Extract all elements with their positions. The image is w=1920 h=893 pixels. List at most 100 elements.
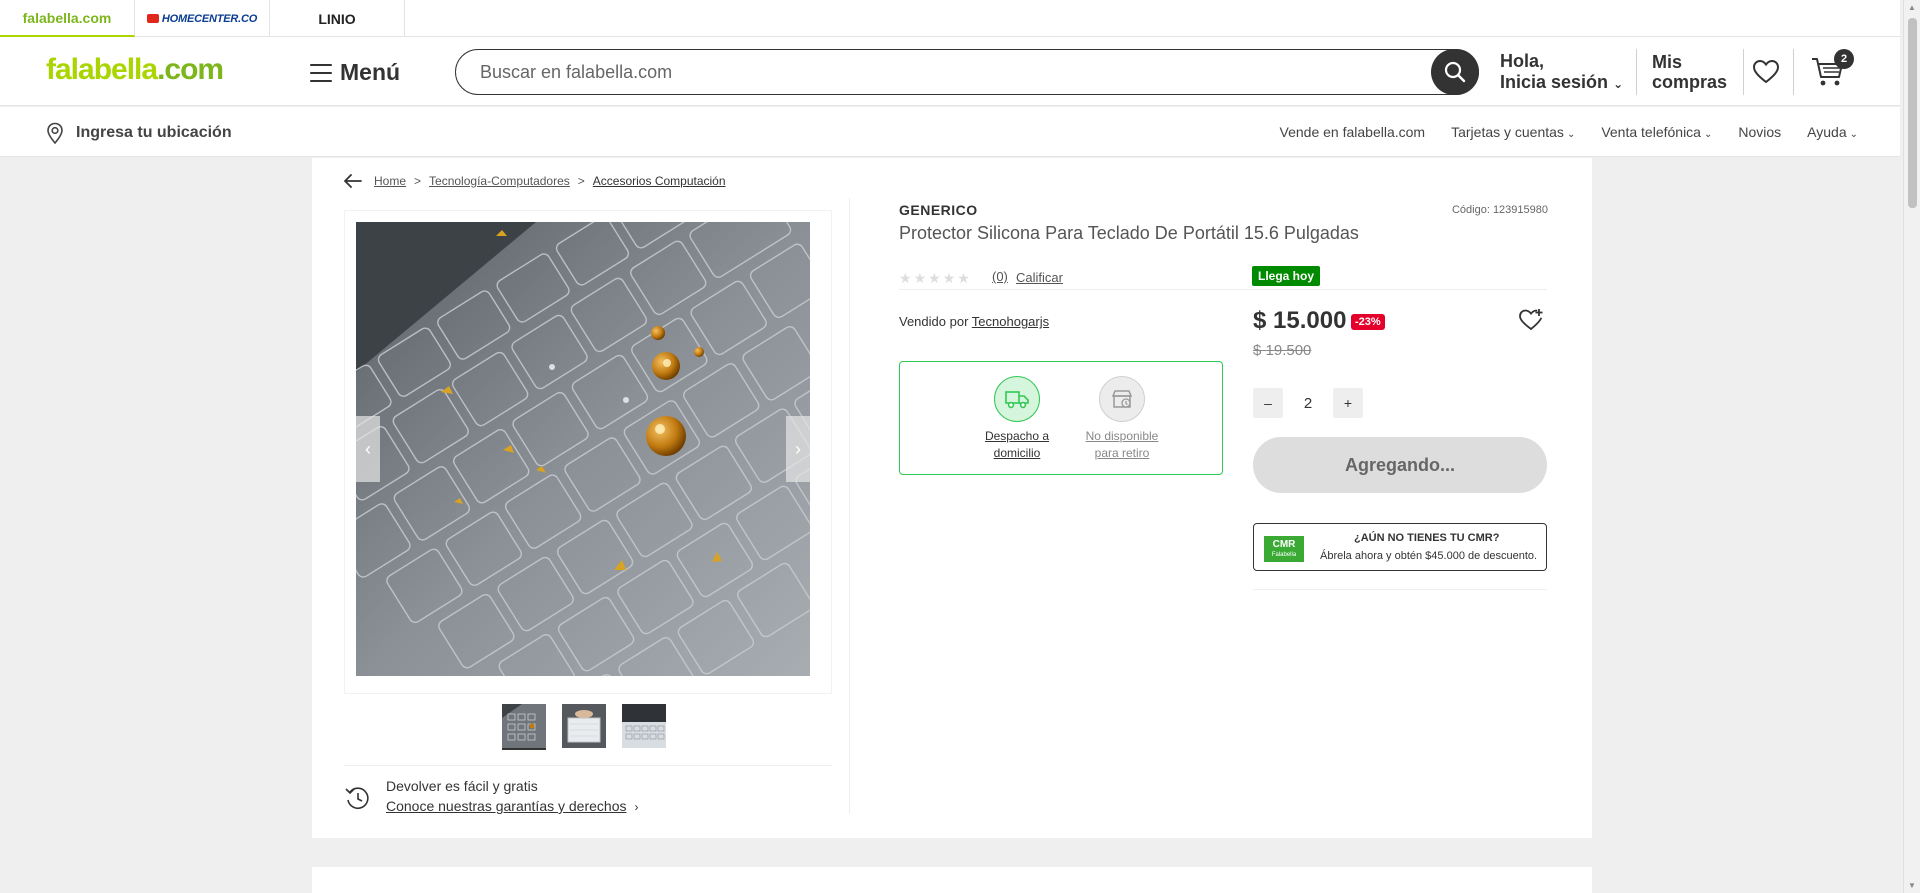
heart-plus-icon [1519,309,1543,330]
menu-button[interactable]: Menú [310,59,400,86]
cards-accounts-link[interactable]: Tarjetas y cuentas ⌄ [1451,124,1575,140]
breadcrumb-separator: > [577,174,585,188]
breadcrumb-subcategory[interactable]: Accesorios Computación [593,174,726,188]
brand-tab-label: falabella.com [22,9,112,26]
product-card: Home > Tecnología-Computadores > Accesor… [312,158,1592,838]
column-divider [849,198,850,814]
location-selector[interactable]: Ingresa tu ubicación [46,122,232,144]
cart-button[interactable]: 2 [1810,49,1854,94]
thumbnail-1[interactable] [502,704,546,750]
product-code: Código: 123915980 [1451,204,1548,216]
chevron-down-icon: ⌄ [1849,129,1858,140]
hamburger-icon [310,63,332,82]
returns-title: Devolver es fácil y gratis [386,778,538,794]
divider [1253,589,1547,590]
next-section-card [312,867,1592,893]
rating-count[interactable]: (0) [992,269,1008,284]
product-brand[interactable]: GENERICO [899,202,978,218]
breadcrumb: Home > Tecnología-Computadores > Accesor… [344,174,726,188]
sold-by-label: Vendido por [899,314,969,329]
current-price: $ 15.000 [1253,307,1347,334]
add-to-wishlist-button[interactable] [1518,308,1544,337]
homecenter-logo-icon [146,14,159,23]
location-label: Ingresa tu ubicación [76,124,232,141]
cmr-banner[interactable]: CMR Falabella ¿AÚN NO TIENES TU CMR? Ábre… [1253,523,1547,571]
cart-count-badge: 2 [1834,49,1854,69]
purchases-line2: compras [1652,72,1728,92]
seller-link[interactable]: Tecnohogarjs [972,314,1049,329]
breadcrumb-home[interactable]: Home [374,174,406,188]
delivery-options: Despacho a domicilio No disponible para … [899,361,1223,475]
warranty-link-label: Conoce nuestras garantías y derechos [386,798,627,814]
chevron-left-icon: ‹ [365,438,371,459]
brand-tab-falabella[interactable]: falabella.com [0,0,135,37]
heart-icon [1752,59,1780,84]
sub-navigation: Vende en falabella.com Tarjetas y cuenta… [1280,124,1858,140]
product-main-image[interactable] [356,222,810,676]
wedding-link[interactable]: Novios [1738,124,1781,140]
star-icon: ★ [899,270,912,286]
rating-stars: ★ ★ ★ ★ ★ [899,270,970,287]
sublink-label: Tarjetas y cuentas [1451,124,1564,140]
logo-text: falabella [46,53,158,86]
purchases-line1: Mis [1652,52,1683,72]
rating-row: ★ ★ ★ ★ ★ (0) Calificar [899,268,1547,290]
quantity-decrease-button[interactable]: – [1253,388,1283,418]
greeting-line: Hola, [1500,51,1545,71]
menu-label: Menú [340,59,401,85]
search-input[interactable] [480,61,1380,83]
brand-tab-linio[interactable]: LINIO [270,0,405,37]
my-purchases-link[interactable]: Mis compras [1652,52,1727,92]
thumbnail-3[interactable] [622,704,666,748]
search-button[interactable] [1431,49,1479,95]
thumbnail-2[interactable] [562,704,606,748]
gallery-prev-button[interactable]: ‹ [356,416,380,482]
page-scrollbar[interactable]: ▲ ▼ [1903,0,1920,893]
back-arrow-icon[interactable] [344,174,362,188]
cmr-subtitle: Ábrela ahora y obtén $45.000 de descuent… [1320,550,1538,562]
store-pickup-option[interactable]: No disponible para retiro [1077,376,1167,462]
star-icon: ★ [928,270,941,286]
gallery-next-button[interactable]: › [786,416,810,482]
home-delivery-option[interactable]: Despacho a domicilio [972,376,1062,462]
falabella-logo[interactable]: falabella.com [46,53,224,87]
brand-bar: falabella.com HOMECENTER.CO LINIO [0,0,1900,37]
location-pin-icon [47,122,63,144]
original-price: $ 19.500 [1253,342,1312,359]
cmr-logo-text: CMR [1272,539,1296,550]
chevron-down-icon: ⌄ [1613,77,1624,91]
star-icon: ★ [913,270,927,286]
brand-tab-label: HOMECENTER.CO [161,12,258,25]
returns-info: Devolver es fácil y gratis Conoce nuestr… [344,778,638,814]
scrollbar-thumb[interactable] [1908,18,1917,208]
login-menu[interactable]: Hola, Inicia sesión ⌄ [1500,51,1623,95]
sub-header: Ingresa tu ubicación Vende en falabella.… [0,107,1900,157]
quantity-value[interactable]: 2 [1283,395,1333,412]
breadcrumb-category[interactable]: Tecnología-Computadores [429,174,570,188]
thumbnail-strip [502,704,666,750]
add-to-cart-button[interactable]: Agregando... [1253,437,1547,493]
rate-link[interactable]: Calificar [1016,270,1063,285]
sublink-label: Novios [1738,124,1782,140]
chevron-down-icon: ⌄ [1703,129,1713,140]
help-link[interactable]: Ayuda ⌄ [1807,124,1858,140]
star-icon: ★ [957,270,970,286]
star-icon: ★ [942,270,956,286]
sublink-label: Venta telefónica [1601,124,1701,140]
divider [344,765,832,766]
sell-link[interactable]: Vende en falabella.com [1280,124,1426,140]
logo-suffix: .com [157,53,224,86]
product-title: Protector Silicona Para Teclado De Portá… [899,223,1359,243]
store-icon [1099,376,1145,422]
sublink-label: Vende en falabella.com [1279,124,1426,140]
warranty-link[interactable]: Conoce nuestras garantías y derechos › [386,798,638,814]
cmr-logo: CMR Falabella [1264,536,1304,562]
brand-tab-homecenter[interactable]: HOMECENTER.CO [135,0,270,37]
wishlist-button[interactable] [1752,59,1780,90]
scroll-down-icon[interactable]: ▼ [1908,881,1916,890]
truck-icon [994,376,1040,422]
phone-sales-link[interactable]: Venta telefónica ⌄ [1601,124,1712,140]
search-bar [455,49,1479,95]
quantity-increase-button[interactable]: + [1333,388,1363,418]
scroll-up-icon[interactable]: ▲ [1908,3,1916,12]
